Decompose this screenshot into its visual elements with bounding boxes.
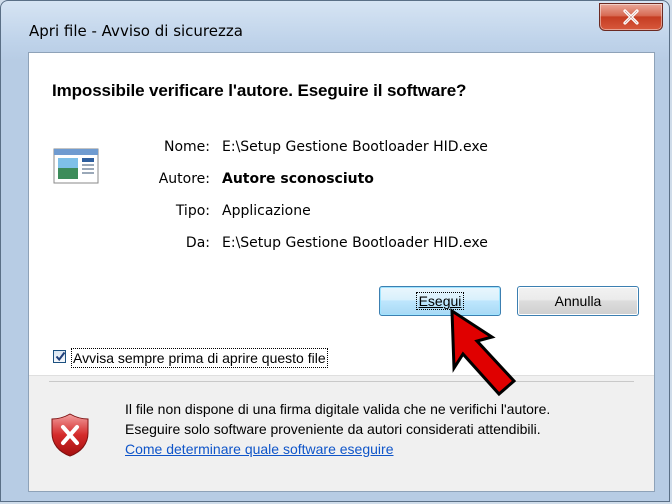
field-from-value: E:\Setup Gestione Bootloader HID.exe [222, 235, 488, 251]
cancel-button[interactable]: Annulla [517, 286, 639, 316]
red-arrow-icon [450, 308, 517, 397]
security-dialog-window: Apri file - Avviso di sicurezza Impossib… [0, 0, 670, 502]
field-name-label: Nome: [163, 139, 210, 155]
field-type-label: Tipo: [175, 203, 210, 219]
dialog-heading: Impossibile verificare l'autore. Eseguir… [52, 81, 467, 100]
footer-text: Il file non dispone di una firma digital… [125, 399, 550, 459]
help-link[interactable]: Come determinare quale software eseguire [125, 441, 393, 457]
field-author-label: Autore: [158, 171, 210, 187]
field-name-value: E:\Setup Gestione Bootloader HID.exe [222, 139, 488, 155]
field-type-value: Applicazione [222, 203, 311, 219]
divider [49, 381, 634, 382]
cancel-button-label: Annulla [554, 293, 602, 309]
shield-warning-icon [51, 413, 89, 457]
field-author-value: Autore sconosciuto [222, 171, 374, 187]
close-button[interactable] [599, 3, 663, 31]
dialog-client-area: Impossibile verificare l'autore. Eseguir… [28, 52, 655, 492]
close-icon [623, 9, 639, 25]
footer-line-2: Eseguire solo software proveniente da au… [125, 421, 541, 437]
footer-line-1: Il file non dispone di una firma digital… [125, 401, 551, 417]
checkmark-icon [55, 351, 66, 362]
always-warn-checkbox[interactable] [53, 350, 66, 363]
title-bar[interactable]: Apri file - Avviso di sicurezza [1, 1, 669, 45]
field-from-label: Da: [185, 235, 210, 251]
always-warn-label[interactable]: Avvisa sempre prima di aprire questo fil… [71, 348, 328, 368]
window-title: Apri file - Avviso di sicurezza [29, 22, 243, 40]
